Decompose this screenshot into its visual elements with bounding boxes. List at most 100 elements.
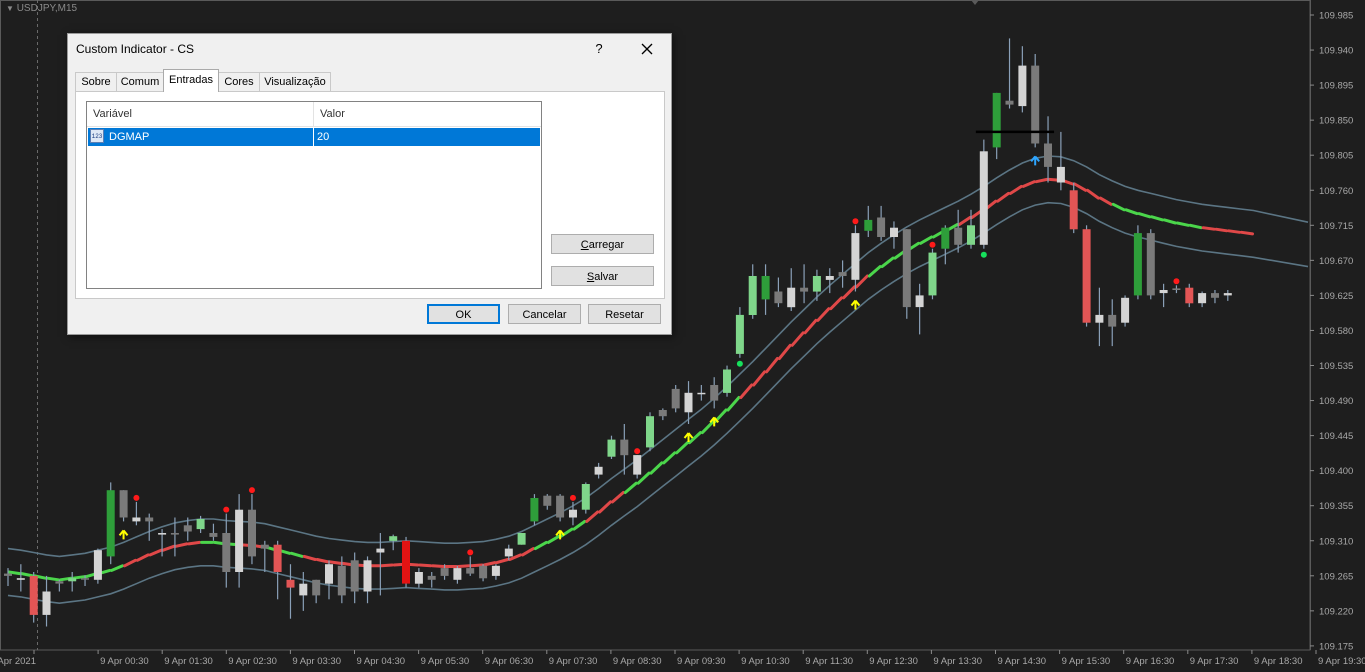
ok-button[interactable]: OK: [427, 304, 500, 324]
mid-line-segment: [1137, 212, 1152, 219]
time-tick-label: 9 Apr 06:30: [485, 656, 534, 667]
price-tick-label: 109.715: [1319, 221, 1353, 232]
table-row[interactable]: 123 DGMAP 20: [88, 128, 540, 146]
chart-symbol-text: USDJPY,M15: [16, 3, 78, 14]
sell-signal-dot: [852, 218, 859, 225]
candle-body: [1056, 166, 1065, 183]
candle-body: [890, 227, 898, 237]
candle-body: [235, 509, 244, 572]
candle-body: [68, 578, 77, 582]
buy-signal-dot: [980, 251, 987, 258]
price-tick-label: 109.625: [1319, 291, 1353, 302]
candle-body: [1223, 293, 1232, 296]
candle-body: [222, 533, 231, 572]
candle-body: [1005, 100, 1014, 105]
candle-body: [466, 568, 475, 574]
dialog-title: Custom Indicator - CS: [76, 42, 195, 56]
candle-body: [992, 92, 1001, 148]
candle-body: [299, 583, 308, 596]
mid-line-segment: [803, 318, 818, 335]
candle-body: [145, 517, 154, 522]
candle-body: [479, 565, 488, 579]
candle-body: [1198, 293, 1207, 304]
candle-body: [954, 227, 963, 245]
tab-entradas[interactable]: Entradas: [163, 69, 219, 92]
mid-line-segment: [431, 564, 446, 568]
tab-sobre[interactable]: Sobre: [75, 72, 117, 91]
time-tick-label: 9 Apr 2021: [0, 656, 36, 667]
chart-dropdown-icon: ▼: [6, 4, 14, 13]
candle-body: [941, 227, 950, 249]
candle-body: [710, 385, 719, 401]
candle-body: [55, 581, 64, 584]
candle-body: [851, 233, 860, 280]
candle-body: [376, 548, 385, 553]
price-tick-label: 109.220: [1319, 606, 1353, 617]
mid-line-segment: [777, 343, 792, 360]
time-tick-label: 9 Apr 00:30: [100, 656, 149, 667]
help-button[interactable]: ?: [588, 38, 610, 60]
candle-body: [902, 229, 911, 308]
mid-line-segment: [572, 519, 587, 531]
price-tick-label: 109.490: [1319, 396, 1353, 407]
mid-line-segment: [546, 534, 561, 544]
time-tick-label: 9 Apr 19:30: [1318, 656, 1365, 667]
mid-line-segment: [456, 564, 471, 568]
candle-body: [170, 533, 179, 535]
candle-body: [504, 548, 513, 557]
time-tick-label: 9 Apr 13:30: [933, 656, 982, 667]
price-tick-label: 109.985: [1319, 11, 1353, 22]
tab-comum[interactable]: Comum: [116, 72, 164, 91]
candle-body: [658, 410, 667, 417]
price-tick-label: 109.265: [1319, 571, 1353, 582]
mid-line-segment: [469, 563, 484, 568]
mid-line-segment: [739, 383, 754, 399]
mid-line-segment: [418, 563, 433, 568]
load-button-label: arregar: [588, 239, 625, 251]
mid-line-segment: [110, 564, 125, 572]
candle-body: [633, 455, 642, 475]
save-button[interactable]: Salvar: [551, 266, 654, 286]
time-tick-label: 9 Apr 09:30: [677, 656, 726, 667]
price-tick-label: 109.355: [1319, 501, 1353, 512]
price-tick-label: 109.445: [1319, 431, 1353, 442]
column-header-variable[interactable]: Variável: [87, 102, 132, 126]
close-button[interactable]: [634, 38, 660, 60]
inputs-grid[interactable]: Variável Valor 123 DGMAP 20: [86, 101, 542, 289]
candle-body: [530, 498, 539, 522]
load-button[interactable]: Carregar: [551, 234, 654, 254]
tab-cores[interactable]: Cores: [218, 72, 260, 91]
column-header-value[interactable]: Valor: [314, 102, 345, 126]
mid-line-segment: [1009, 184, 1023, 195]
price-tick-label: 109.310: [1319, 536, 1353, 547]
candle-body: [248, 509, 256, 557]
candle-body: [864, 219, 873, 231]
mid-line-segment: [842, 285, 856, 300]
row-value[interactable]: 20: [317, 128, 329, 146]
candle-body: [337, 565, 346, 596]
candle-body: [671, 388, 680, 409]
candle-body: [620, 439, 629, 456]
mid-line-segment: [1098, 196, 1113, 206]
mid-line-segment: [174, 542, 189, 548]
mid-line-segment: [1073, 182, 1088, 192]
candle-body: [979, 151, 988, 245]
candle-body: [1121, 297, 1130, 323]
candle-body: [967, 225, 975, 245]
mid-line-segment: [752, 370, 767, 387]
price-tick-label: 109.850: [1319, 116, 1353, 127]
price-tick-label: 109.760: [1319, 186, 1353, 197]
mid-line-segment: [7, 570, 22, 576]
tab-visualizacao[interactable]: Visualização: [259, 72, 331, 91]
candle-body: [877, 217, 886, 237]
reset-button[interactable]: Resetar: [588, 304, 661, 324]
mid-line-segment: [585, 510, 600, 523]
mid-line-segment: [482, 561, 497, 567]
candle-body: [1159, 290, 1168, 294]
candle-body: [209, 533, 218, 537]
save-button-label: alvar: [594, 271, 619, 283]
cancel-button[interactable]: Cancelar: [508, 304, 581, 324]
mid-line-segment: [726, 396, 741, 412]
candle-body: [16, 578, 25, 580]
mid-line-segment: [675, 441, 689, 455]
